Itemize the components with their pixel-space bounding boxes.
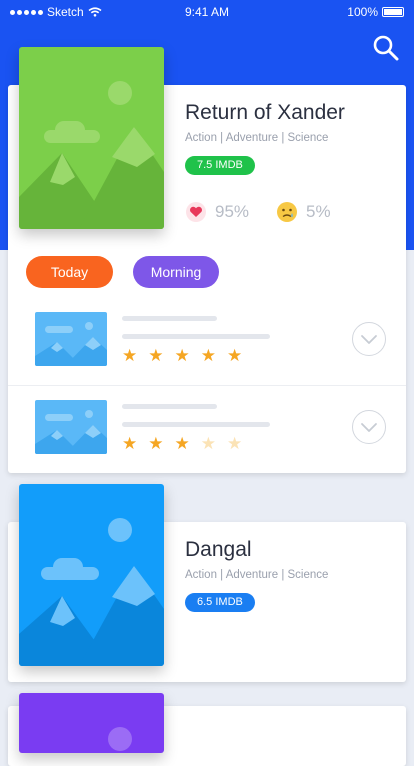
star-icon: ★	[148, 434, 164, 453]
chevron-down-icon	[361, 335, 377, 344]
star-icon: ★	[122, 434, 138, 453]
status-battery: 100%	[347, 5, 404, 19]
battery-icon	[382, 7, 404, 17]
expand-button[interactable]	[352, 410, 386, 444]
showtime-thumbnail[interactable]	[35, 312, 107, 366]
like-percent: 95%	[215, 202, 250, 221]
imdb-rating-badge: 7.5 IMDB	[185, 156, 255, 175]
placeholder-line	[122, 422, 270, 427]
status-bar: Sketch 9:41 AM 100%	[0, 0, 414, 24]
movie-genres: Action | Adventure | Science	[185, 569, 329, 581]
placeholder-line	[122, 316, 217, 321]
search-button[interactable]	[372, 34, 400, 62]
heart-icon	[186, 202, 206, 222]
movie-poster[interactable]	[19, 693, 164, 753]
image-placeholder-icon	[19, 518, 164, 666]
movie-title[interactable]: Dangal	[185, 538, 252, 562]
sad-face-icon	[277, 202, 297, 222]
placeholder-line	[122, 334, 270, 339]
battery-percent: 100%	[347, 5, 378, 19]
imdb-rating-badge: 6.5 IMDB	[185, 593, 255, 612]
star-icon: ★	[148, 346, 164, 365]
star-rating: ★ ★ ★ ★ ★	[122, 347, 242, 364]
dislike-stat[interactable]: 5%	[276, 201, 331, 223]
star-icon: ★	[174, 434, 190, 453]
image-placeholder-icon	[19, 81, 164, 229]
image-placeholder-icon	[108, 727, 132, 751]
star-icon: ★	[200, 346, 216, 365]
movie-poster[interactable]	[19, 484, 164, 666]
filter-today-button[interactable]: Today	[26, 256, 113, 288]
star-icon: ★	[174, 346, 190, 365]
search-icon	[373, 35, 399, 61]
movie-title[interactable]: Return of Xander	[185, 101, 345, 125]
expand-button[interactable]	[352, 322, 386, 356]
movie-poster[interactable]	[19, 47, 164, 229]
dislike-percent: 5%	[306, 202, 331, 221]
star-icon: ★	[227, 346, 243, 365]
star-rating: ★ ★ ★ ★ ★	[122, 435, 242, 452]
star-icon: ★	[200, 434, 216, 453]
placeholder-line	[122, 404, 217, 409]
star-icon: ★	[227, 434, 243, 453]
showtime-thumbnail[interactable]	[35, 400, 107, 454]
like-stat[interactable]: 95%	[185, 201, 249, 223]
filter-morning-button[interactable]: Morning	[133, 256, 219, 288]
chevron-down-icon	[361, 423, 377, 432]
image-placeholder-icon	[35, 410, 107, 454]
image-placeholder-icon	[35, 322, 107, 366]
divider	[8, 385, 406, 386]
star-icon: ★	[122, 346, 138, 365]
movie-genres: Action | Adventure | Science	[185, 132, 329, 144]
